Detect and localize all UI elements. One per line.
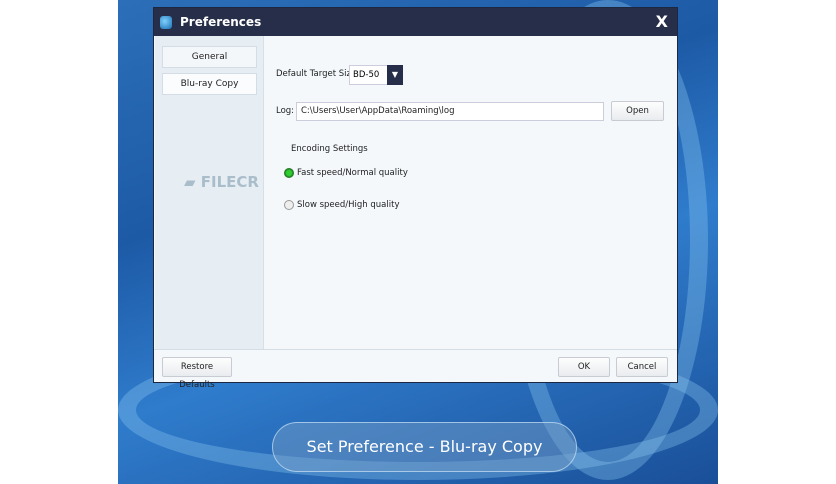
restore-defaults-button[interactable]: Restore Defaults (162, 357, 232, 390)
sidebar: General Blu-ray Copy (155, 36, 264, 349)
watermark-text: FILECR (200, 173, 259, 191)
log-path-input[interactable]: C:\Users\User\AppData\Roaming\log (296, 102, 604, 121)
cancel-button[interactable]: Cancel (616, 357, 668, 377)
fast-speed-label[interactable]: Fast speed/Normal quality (297, 168, 408, 178)
close-icon[interactable]: X (656, 12, 668, 31)
target-size-value: BD-50 (353, 70, 380, 80)
watermark-logo: ▰ FILECR (184, 173, 259, 191)
caption-banner: Set Preference - Blu-ray Copy (272, 422, 577, 472)
preferences-dialog: Preferences X General Blu-ray Copy Defau… (153, 7, 678, 390)
title-bar: Preferences (154, 8, 677, 36)
tab-blu-ray-copy[interactable]: Blu-ray Copy (162, 73, 257, 95)
chevron-down-icon[interactable]: ▼ (387, 65, 403, 85)
fast-speed-radio[interactable] (284, 168, 294, 178)
open-button[interactable]: Open (611, 101, 664, 121)
app-icon (160, 15, 172, 29)
slow-speed-label[interactable]: Slow speed/High quality (297, 200, 399, 210)
log-label: Log: (276, 106, 295, 116)
encoding-settings-heading: Encoding Settings (291, 144, 368, 154)
target-size-label: Default Target Size: (276, 69, 360, 79)
slow-speed-radio[interactable] (284, 200, 294, 210)
ok-button[interactable]: OK (558, 357, 610, 377)
dialog-title: Preferences (180, 15, 262, 29)
target-size-select[interactable]: BD-50 ▼ (349, 65, 403, 85)
tab-general[interactable]: General (162, 46, 257, 68)
footer-divider (154, 349, 677, 350)
